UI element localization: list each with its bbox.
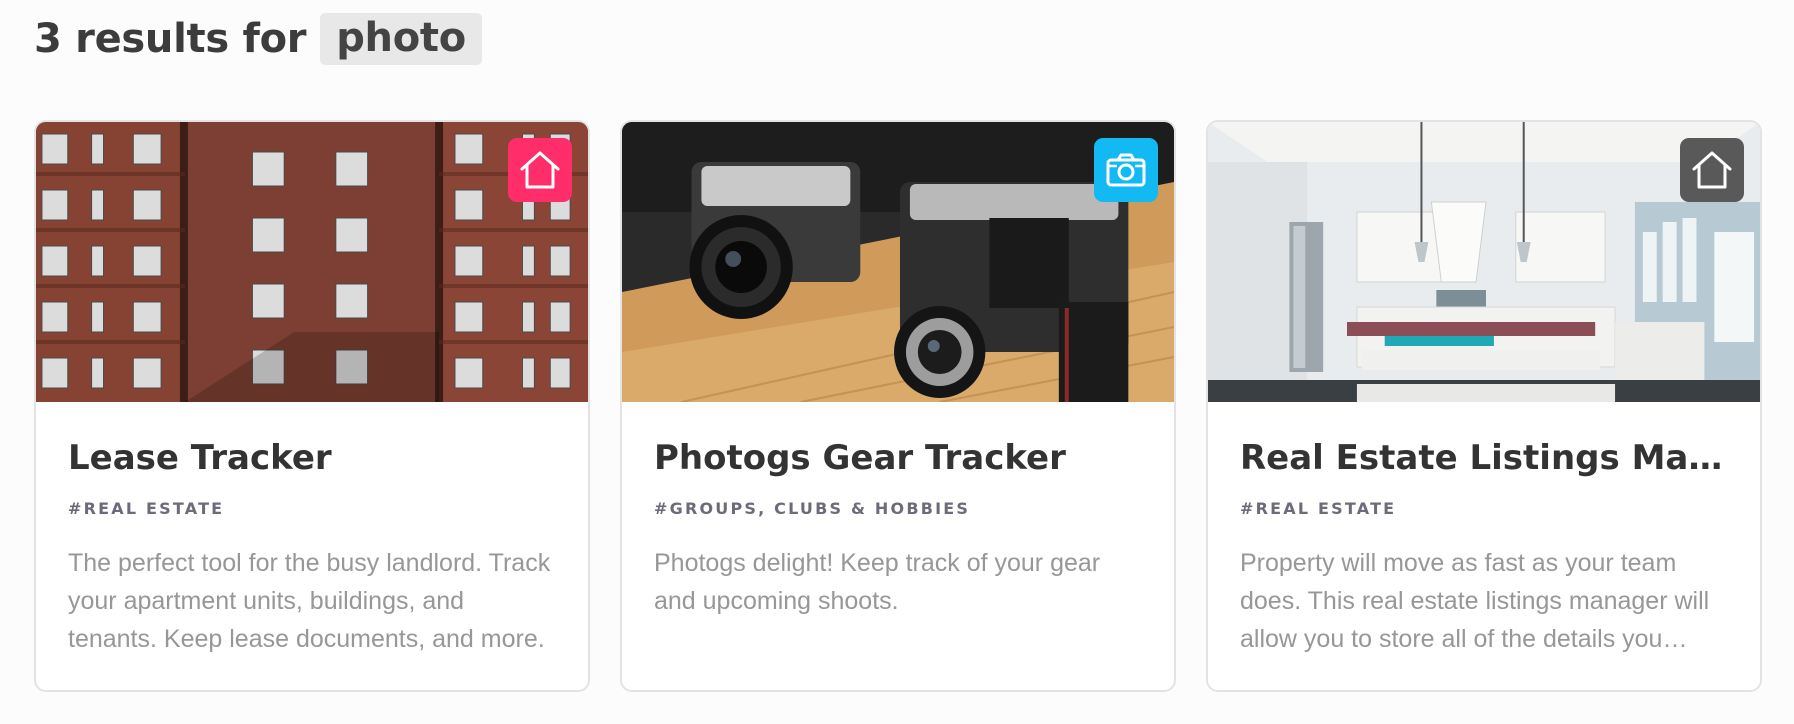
card-description: Property will move as fast as your team …: [1240, 549, 1710, 653]
card-title[interactable]: Lease Tracker: [68, 436, 556, 480]
template-card-real-estate-listings[interactable]: Real Estate Listings Mana... #REAL ESTAT…: [1206, 120, 1762, 692]
vintage-cameras-photo: [622, 122, 1174, 402]
card-image-brick-building: [36, 122, 588, 402]
card-category-tag[interactable]: #REAL ESTATE: [1240, 498, 1728, 520]
card-category-tag[interactable]: #REAL ESTATE: [68, 498, 556, 520]
template-card-lease-tracker[interactable]: Lease Tracker #REAL ESTATE The perfect t…: [34, 120, 590, 692]
card-title[interactable]: Real Estate Listings Mana...: [1240, 436, 1728, 480]
photography-badge: [1094, 138, 1158, 202]
kitchen-interior-photo: [1208, 122, 1760, 402]
brick-building-photo: [36, 122, 588, 402]
house-icon: [1692, 151, 1732, 189]
card-description: Photogs delight! Keep track of your gear…: [654, 549, 1101, 615]
card-description: The perfect tool for the busy landlord. …: [68, 549, 551, 653]
template-card-photogs-gear-tracker[interactable]: Photogs Gear Tracker #GROUPS, CLUBS & HO…: [620, 120, 1176, 692]
card-category-tag[interactable]: #GROUPS, CLUBS & HOBBIES: [654, 498, 1142, 520]
real-estate-badge: [508, 138, 572, 202]
results-count-label: 3 results for: [34, 16, 307, 62]
house-icon: [520, 151, 560, 189]
results-heading: 3 results for photo: [34, 12, 482, 66]
card-image-vintage-cameras: [622, 122, 1174, 402]
camera-icon: [1106, 153, 1146, 187]
card-title[interactable]: Photogs Gear Tracker: [654, 436, 1142, 480]
card-image-kitchen: [1208, 122, 1760, 402]
search-query-chip[interactable]: photo: [320, 13, 482, 65]
real-estate-badge: [1680, 138, 1744, 202]
